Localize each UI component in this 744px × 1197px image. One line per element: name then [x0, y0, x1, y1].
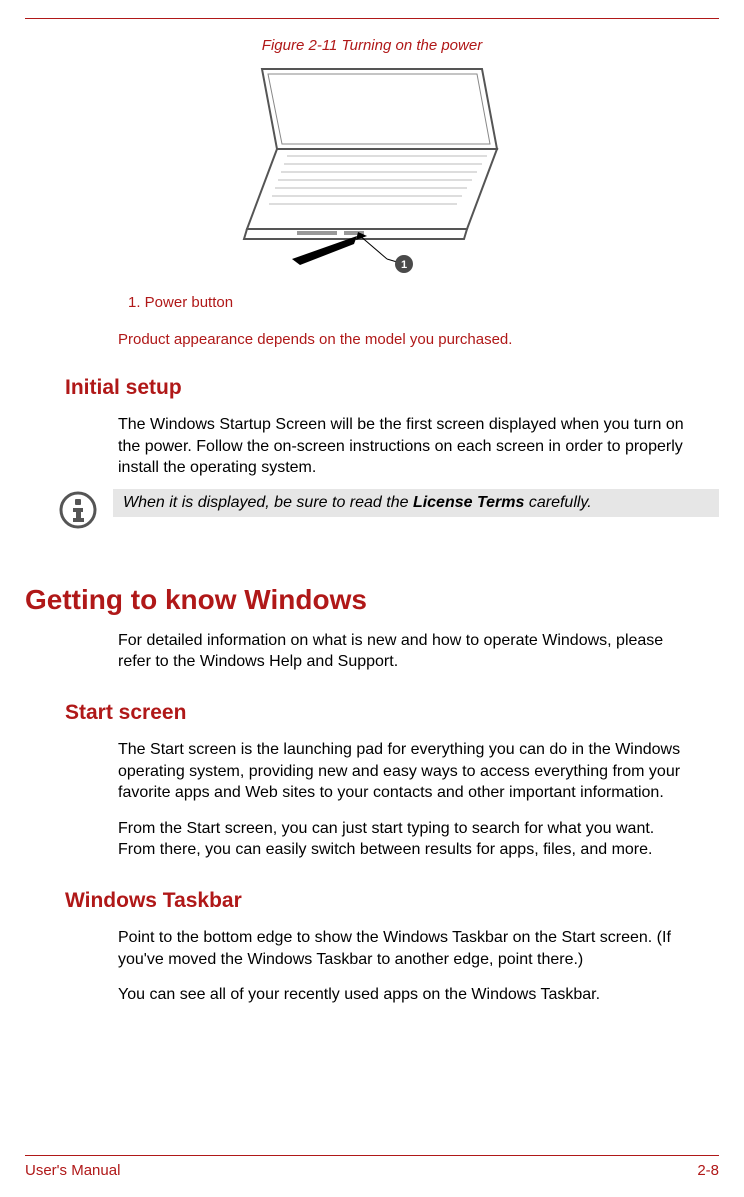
info-icon: [50, 489, 105, 529]
top-rule: [25, 18, 719, 19]
heading-initial-setup: Initial setup: [65, 376, 744, 400]
footer-right: 2-8: [697, 1162, 719, 1179]
callout-number-1: 1: [401, 259, 407, 271]
figure-laptop: 1: [0, 64, 744, 284]
figure-caption: Figure 2-11 Turning on the power: [0, 37, 744, 54]
para-taskbar-1: Point to the bottom edge to show the Win…: [118, 927, 689, 970]
info-prefix: When it is displayed, be sure to read th…: [123, 494, 413, 511]
heading-start-screen: Start screen: [65, 701, 744, 725]
appearance-note: Product appearance depends on the model …: [118, 331, 744, 348]
footer: User's Manual 2-8: [25, 1155, 719, 1179]
heading-getting-to-know: Getting to know Windows: [25, 584, 744, 616]
info-text: When it is displayed, be sure to read th…: [113, 489, 719, 517]
para-initial-setup: The Windows Startup Screen will be the f…: [118, 414, 689, 479]
info-box: When it is displayed, be sure to read th…: [50, 489, 719, 529]
para-taskbar-2: You can see all of your recently used ap…: [118, 984, 689, 1006]
para-start-screen-1: The Start screen is the launching pad fo…: [118, 739, 689, 804]
para-getting-to-know: For detailed information on what is new …: [118, 630, 689, 673]
callout-label: 1. Power button: [128, 294, 744, 311]
heading-windows-taskbar: Windows Taskbar: [65, 889, 744, 913]
para-start-screen-2: From the Start screen, you can just star…: [118, 818, 689, 861]
info-suffix: carefully.: [524, 494, 591, 511]
page: Figure 2-11 Turning on the power: [0, 18, 744, 1197]
info-bold: License Terms: [413, 494, 524, 511]
footer-left: User's Manual: [25, 1162, 120, 1179]
